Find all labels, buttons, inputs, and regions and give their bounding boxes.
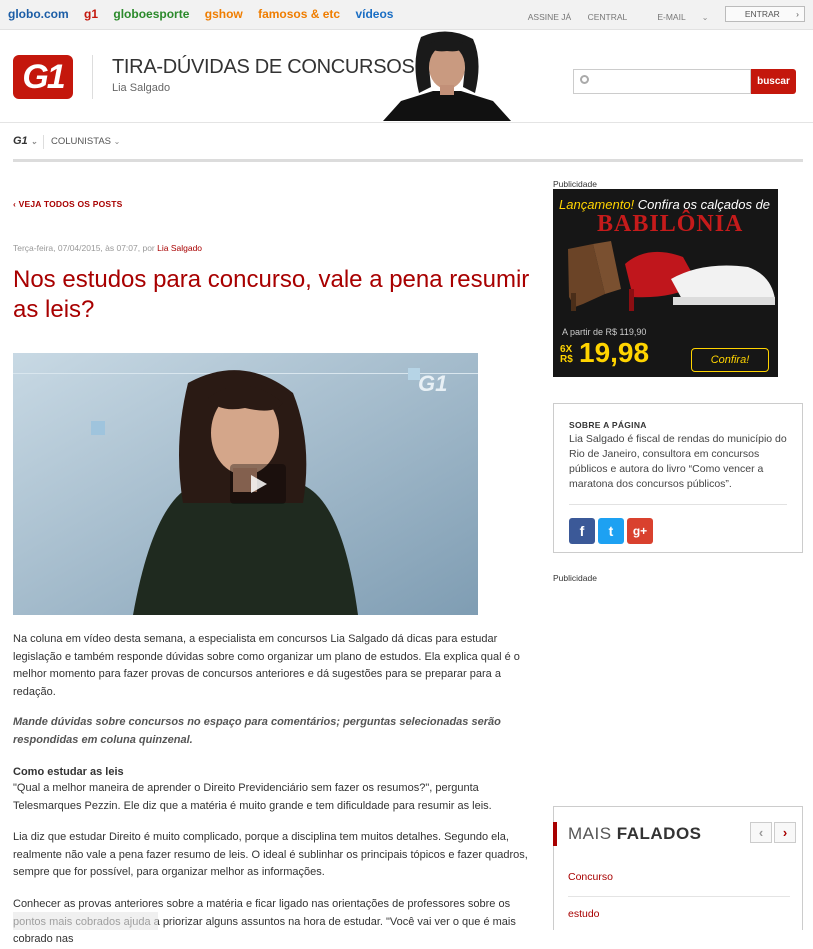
chevron-down-icon: ⌄ [30,137,38,146]
ad-headline: Lançamento! Confira os calçados de [559,197,770,212]
search-input[interactable] [596,73,746,91]
chevron-right-icon: › [796,9,799,19]
ad-cta-button[interactable]: Confira! [691,348,769,372]
header-divider [92,55,93,99]
ad-price: 19,98 [579,337,650,368]
assine-link[interactable]: ASSINE JÁ [528,12,571,22]
ad-label: Publicidade [553,573,597,583]
globo-network-links: globo.com g1 globoesporte gshow famosos … [8,7,405,21]
mais-falados-accent [553,822,557,846]
about-divider [569,504,787,505]
nav-colunistas-label: COLUNISTAS [51,136,112,147]
chevron-down-icon: ⌄ [701,13,709,22]
mais-falados-box: MAIS FALADOS ‹ › Concurso estudo [553,806,803,930]
chevron-left-icon: ‹ [13,199,17,209]
nav-bar: G1 ⌄ COLUNISTAS ⌄ [0,122,813,162]
post-title: Nos estudos para concurso, vale a pena r… [13,266,530,323]
article-paragraph: Na coluna em vídeo desta semana, a espec… [13,633,520,698]
ad-from-price: A partir de R$ 119,90 [562,327,647,337]
entrar-button[interactable]: ENTRAR › [724,6,805,22]
nav-bottom-rule [13,159,803,162]
famosos-link[interactable]: famosos & etc [258,7,340,21]
mais-falados-item[interactable]: estudo [568,908,600,920]
article-paragraph: "Qual a melhor maneira de aprender o Dir… [13,782,492,812]
mais-falados-item[interactable]: Concurso [568,871,613,883]
mais-falados-divider [568,896,790,897]
nav-divider [43,135,44,149]
facebook-icon[interactable]: f [569,518,595,544]
blog-title[interactable]: TIRA-DÚVIDAS DE CONCURSOS [112,56,415,79]
nav-g1-menu[interactable]: G1 ⌄ [13,135,37,147]
central-link[interactable]: CENTRAL [588,12,627,22]
gshow-link[interactable]: gshow [205,7,243,21]
ad-brand: BABILÔNIA [597,211,744,237]
post-meta: Terça-feira, 07/04/2015, às 07:07, por L… [13,243,202,253]
globo-link[interactable]: globo.com [8,7,69,21]
video-player[interactable]: G1 [13,353,478,615]
twitter-icon[interactable]: t [598,518,624,544]
mais-falados-title-light: MAIS [568,824,612,843]
blog-author: Lia Salgado [112,82,171,94]
play-icon[interactable] [230,464,286,504]
chevron-left-icon[interactable]: ‹ [750,822,772,843]
back-link-label: VEJA TODOS OS POSTS [18,199,123,209]
article-callout: Mande dúvidas sobre concursos no espaço … [13,716,501,746]
ad-installments: 6X R$ [560,344,573,365]
ad-headline-rest: Confira os calçados de [634,197,771,212]
globo-top-bar: globo.com g1 globoesporte gshow famosos … [0,0,813,30]
search-icon [580,75,589,84]
mais-falados-title-bold: FALADOS [616,824,702,843]
search-button[interactable]: buscar [751,69,796,94]
mais-falados-title: MAIS FALADOS [568,824,702,844]
videos-link[interactable]: vídeos [355,7,393,21]
search-box [573,69,751,94]
about-box: SOBRE A PÁGINA Lia Salgado é fiscal de r… [553,403,803,553]
email-label: E-MAIL [657,12,686,22]
nav-g1-label: G1 [13,135,28,147]
chevron-right-icon[interactable]: › [774,822,796,843]
g1-link[interactable]: g1 [84,7,98,21]
entrar-label: ENTRAR [744,9,780,19]
author-photo [383,31,511,121]
text-highlight-overlay [13,912,158,930]
nav-colunistas-menu[interactable]: COLUNISTAS ⌄ [51,136,120,147]
ad-headline-highlight: Lançamento! [559,197,635,212]
blog-header: G1 TIRA-DÚVIDAS DE CONCURSOS Lia Salgado… [0,31,813,121]
svg-text:G1: G1 [418,371,447,396]
globoesporte-link[interactable]: globoesporte [113,7,189,21]
article-paragraph: Lia diz que estudar Direito é muito comp… [13,831,528,878]
email-link[interactable]: E-MAIL ⌄ [643,12,708,22]
google-plus-icon[interactable]: g+ [627,518,653,544]
post-date: Terça-feira, 07/04/2015, às 07:07, por [13,243,155,253]
back-to-posts-link[interactable]: ‹ VEJA TODOS OS POSTS [13,199,123,209]
about-heading: SOBRE A PÁGINA [569,420,647,430]
chevron-down-icon: ⌄ [113,137,121,146]
account-links: ASSINE JÁ CENTRAL E-MAIL ⌄ ENTRAR › [514,6,805,25]
about-text: Lia Salgado é fiscal de rendas do municí… [569,433,787,490]
ad-banner[interactable]: Lançamento! Confira os calçados de BABIL… [553,189,778,377]
ad-label: Publicidade [553,179,597,189]
g1-logo[interactable]: G1 [13,55,73,99]
post-author-link[interactable]: Lia Salgado [157,243,202,253]
article-subheading: Como estudar as leis [13,766,124,778]
